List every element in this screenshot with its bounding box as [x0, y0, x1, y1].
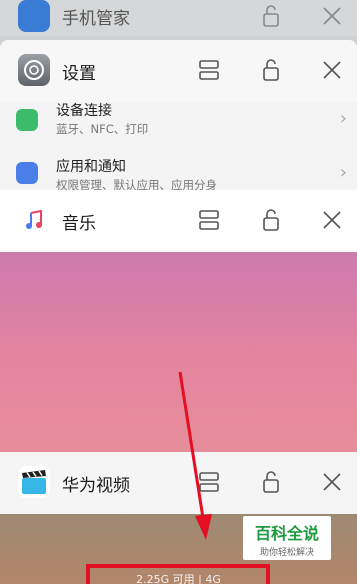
device-connection-icon — [16, 109, 38, 131]
close-icon[interactable] — [318, 206, 346, 234]
split-screen-icon[interactable] — [195, 56, 223, 84]
close-icon[interactable] — [318, 2, 346, 30]
app-name: 设置 — [62, 64, 96, 84]
settings-row-apps-notifications[interactable]: 应用和通知 权限管理、默认应用、应用分身 › — [0, 148, 357, 192]
lock-icon[interactable] — [257, 56, 285, 84]
chevron-right-icon: › — [339, 108, 347, 129]
card-header: 华为视频 — [0, 452, 357, 514]
settings-gear-icon — [18, 54, 50, 86]
split-screen-icon[interactable] — [195, 468, 223, 496]
lock-icon[interactable] — [257, 2, 285, 30]
card-header: 设置 — [0, 40, 357, 102]
phone-manager-app-icon — [18, 0, 50, 32]
apps-grid-icon — [16, 162, 38, 184]
lock-icon[interactable] — [257, 206, 285, 234]
app-name: 华为视频 — [62, 476, 130, 496]
clapperboard-icon — [18, 466, 50, 498]
chevron-right-icon: › — [339, 162, 347, 183]
row-title: 设备连接 — [56, 103, 112, 119]
app-name: 手机管家 — [62, 9, 130, 29]
recent-app-card-settings[interactable]: 设置 设备连接 蓝牙、NFC、打印 › 应用和通知 权限管理、默认应用、应用分身… — [0, 40, 357, 192]
card-header: 音乐 — [0, 190, 357, 252]
close-icon[interactable] — [318, 56, 346, 84]
watermark-logo: 百科全说 助你轻松解决 — [243, 516, 331, 560]
settings-row-device-connection[interactable]: 设备连接 蓝牙、NFC、打印 › — [0, 96, 357, 146]
memory-status: 2.25G 可用 | 4G — [136, 573, 221, 584]
row-title: 应用和通知 — [56, 159, 126, 175]
lock-icon[interactable] — [257, 468, 285, 496]
row-subtitle: 蓝牙、NFC、打印 — [56, 122, 149, 136]
music-note-icon — [18, 204, 50, 236]
card-header: 手机管家 — [0, 0, 357, 36]
close-icon[interactable] — [318, 468, 346, 496]
split-screen-icon[interactable] — [195, 206, 223, 234]
watermark-subtitle: 助你轻松解决 — [259, 548, 314, 558]
watermark-title: 百科全说 — [254, 524, 319, 543]
recent-app-card-music[interactable]: 音乐 — [0, 190, 357, 470]
app-name: 音乐 — [62, 214, 96, 234]
